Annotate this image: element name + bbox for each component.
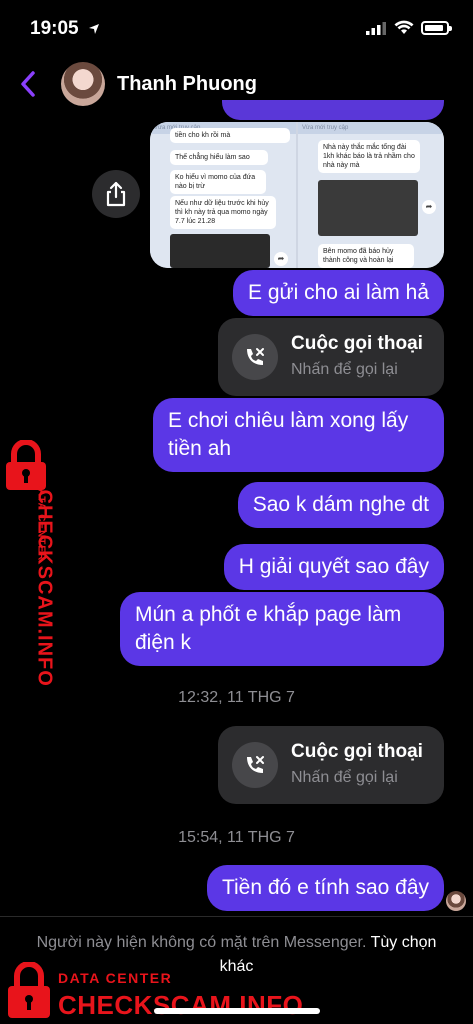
chat-snippet: Nhà này thắc mắc tổng đài 1kh khác báo l…: [318, 140, 420, 173]
timestamp: 15:54, 11 THG 7: [178, 829, 295, 846]
watermark-small: DATA CENTER: [58, 970, 173, 986]
screenshot-thumbnail: [170, 234, 270, 268]
watermark-bottom: DATA CENTER CHECKSCAM.INFO: [6, 960, 326, 1024]
missed-call-card[interactable]: Cuộc gọi thoại Nhấn để gọi lại: [218, 318, 444, 396]
chat-snippet: Bên momo đã báo hủy thành công và hoàn l…: [318, 244, 414, 268]
home-indicator[interactable]: [154, 1008, 320, 1014]
screenshot-thumbnail: [318, 180, 418, 236]
status-bar: 19:05: [0, 0, 473, 56]
missed-call-icon: [232, 742, 278, 788]
timestamp: 12:32, 11 THG 7: [178, 689, 295, 706]
wifi-icon: [394, 20, 414, 40]
share-button[interactable]: [92, 170, 140, 218]
previous-message-bubble[interactable]: [222, 100, 444, 120]
contact-name[interactable]: Thanh Phuong: [117, 73, 257, 96]
screenshot-image[interactable]: Vừa mới truy cập Nhà này thắc mắc tổng đ…: [298, 122, 444, 268]
message-bubble[interactable]: E gửi cho ai làm hả: [233, 270, 444, 316]
back-arrow-icon[interactable]: [18, 70, 38, 103]
screenshot-image[interactable]: Vừa mới truy cập tiền cho kh rồi mà Thế …: [150, 122, 296, 268]
share-icon: [106, 181, 126, 207]
message-bubble[interactable]: E chơi chiêu làm xong lấy tiền ah: [153, 398, 444, 472]
seen-avatar: [446, 891, 466, 911]
message-bubble[interactable]: Tiền đó e tính sao đây: [206, 865, 444, 911]
message-bubble[interactable]: H giải quyết sao đây: [223, 544, 444, 590]
divider: [0, 916, 473, 917]
missed-call-icon: [232, 334, 278, 380]
call-subtitle: Nhấn để gọi lại: [291, 769, 398, 786]
message-bubble[interactable]: Sao k dám nghe dt: [237, 482, 444, 528]
unavailable-text: Người này hiện không có mặt trên Messeng…: [36, 934, 367, 951]
image-attachment-group[interactable]: Vừa mới truy cập tiền cho kh rồi mà Thế …: [150, 122, 444, 268]
chat-snippet: tiền cho kh rồi mà: [170, 128, 290, 143]
message-bubble[interactable]: Mún a phốt e khắp page làm điện k: [120, 592, 444, 666]
chat-snippet: Thế chẳng hiểu làm sao: [170, 150, 268, 165]
cellular-signal-icon: [366, 22, 386, 40]
call-title: Cuộc gọi thoại: [291, 333, 423, 354]
call-subtitle: Nhấn để gọi lại: [291, 361, 398, 378]
share-icon: ➦: [422, 200, 436, 214]
chat-snippet: Nếu như dữ liệu trước khi hủy thì kh này…: [170, 196, 276, 229]
missed-call-card[interactable]: Cuộc gọi thoại Nhấn để gọi lại: [218, 726, 444, 804]
watermark-side: DATA CENTER CHECKSCAM.INFO: [0, 438, 56, 687]
battery-icon: [421, 21, 452, 35]
location-arrow-icon: [88, 22, 100, 40]
call-title: Cuộc gọi thoại: [291, 741, 423, 762]
watermark-big: CHECKSCAM.INFO: [58, 990, 304, 1020]
chat-snippet: Ko hiểu vì momo của đứa nào bị trừ: [170, 170, 266, 194]
share-icon: ➦: [274, 252, 288, 266]
watermark-big: CHECKSCAM.INFO: [33, 489, 56, 687]
screenshot-status: Vừa mới truy cập: [298, 122, 444, 134]
contact-avatar[interactable]: [61, 62, 105, 106]
status-time: 19:05: [30, 18, 79, 39]
lock-icon: [8, 962, 50, 1018]
